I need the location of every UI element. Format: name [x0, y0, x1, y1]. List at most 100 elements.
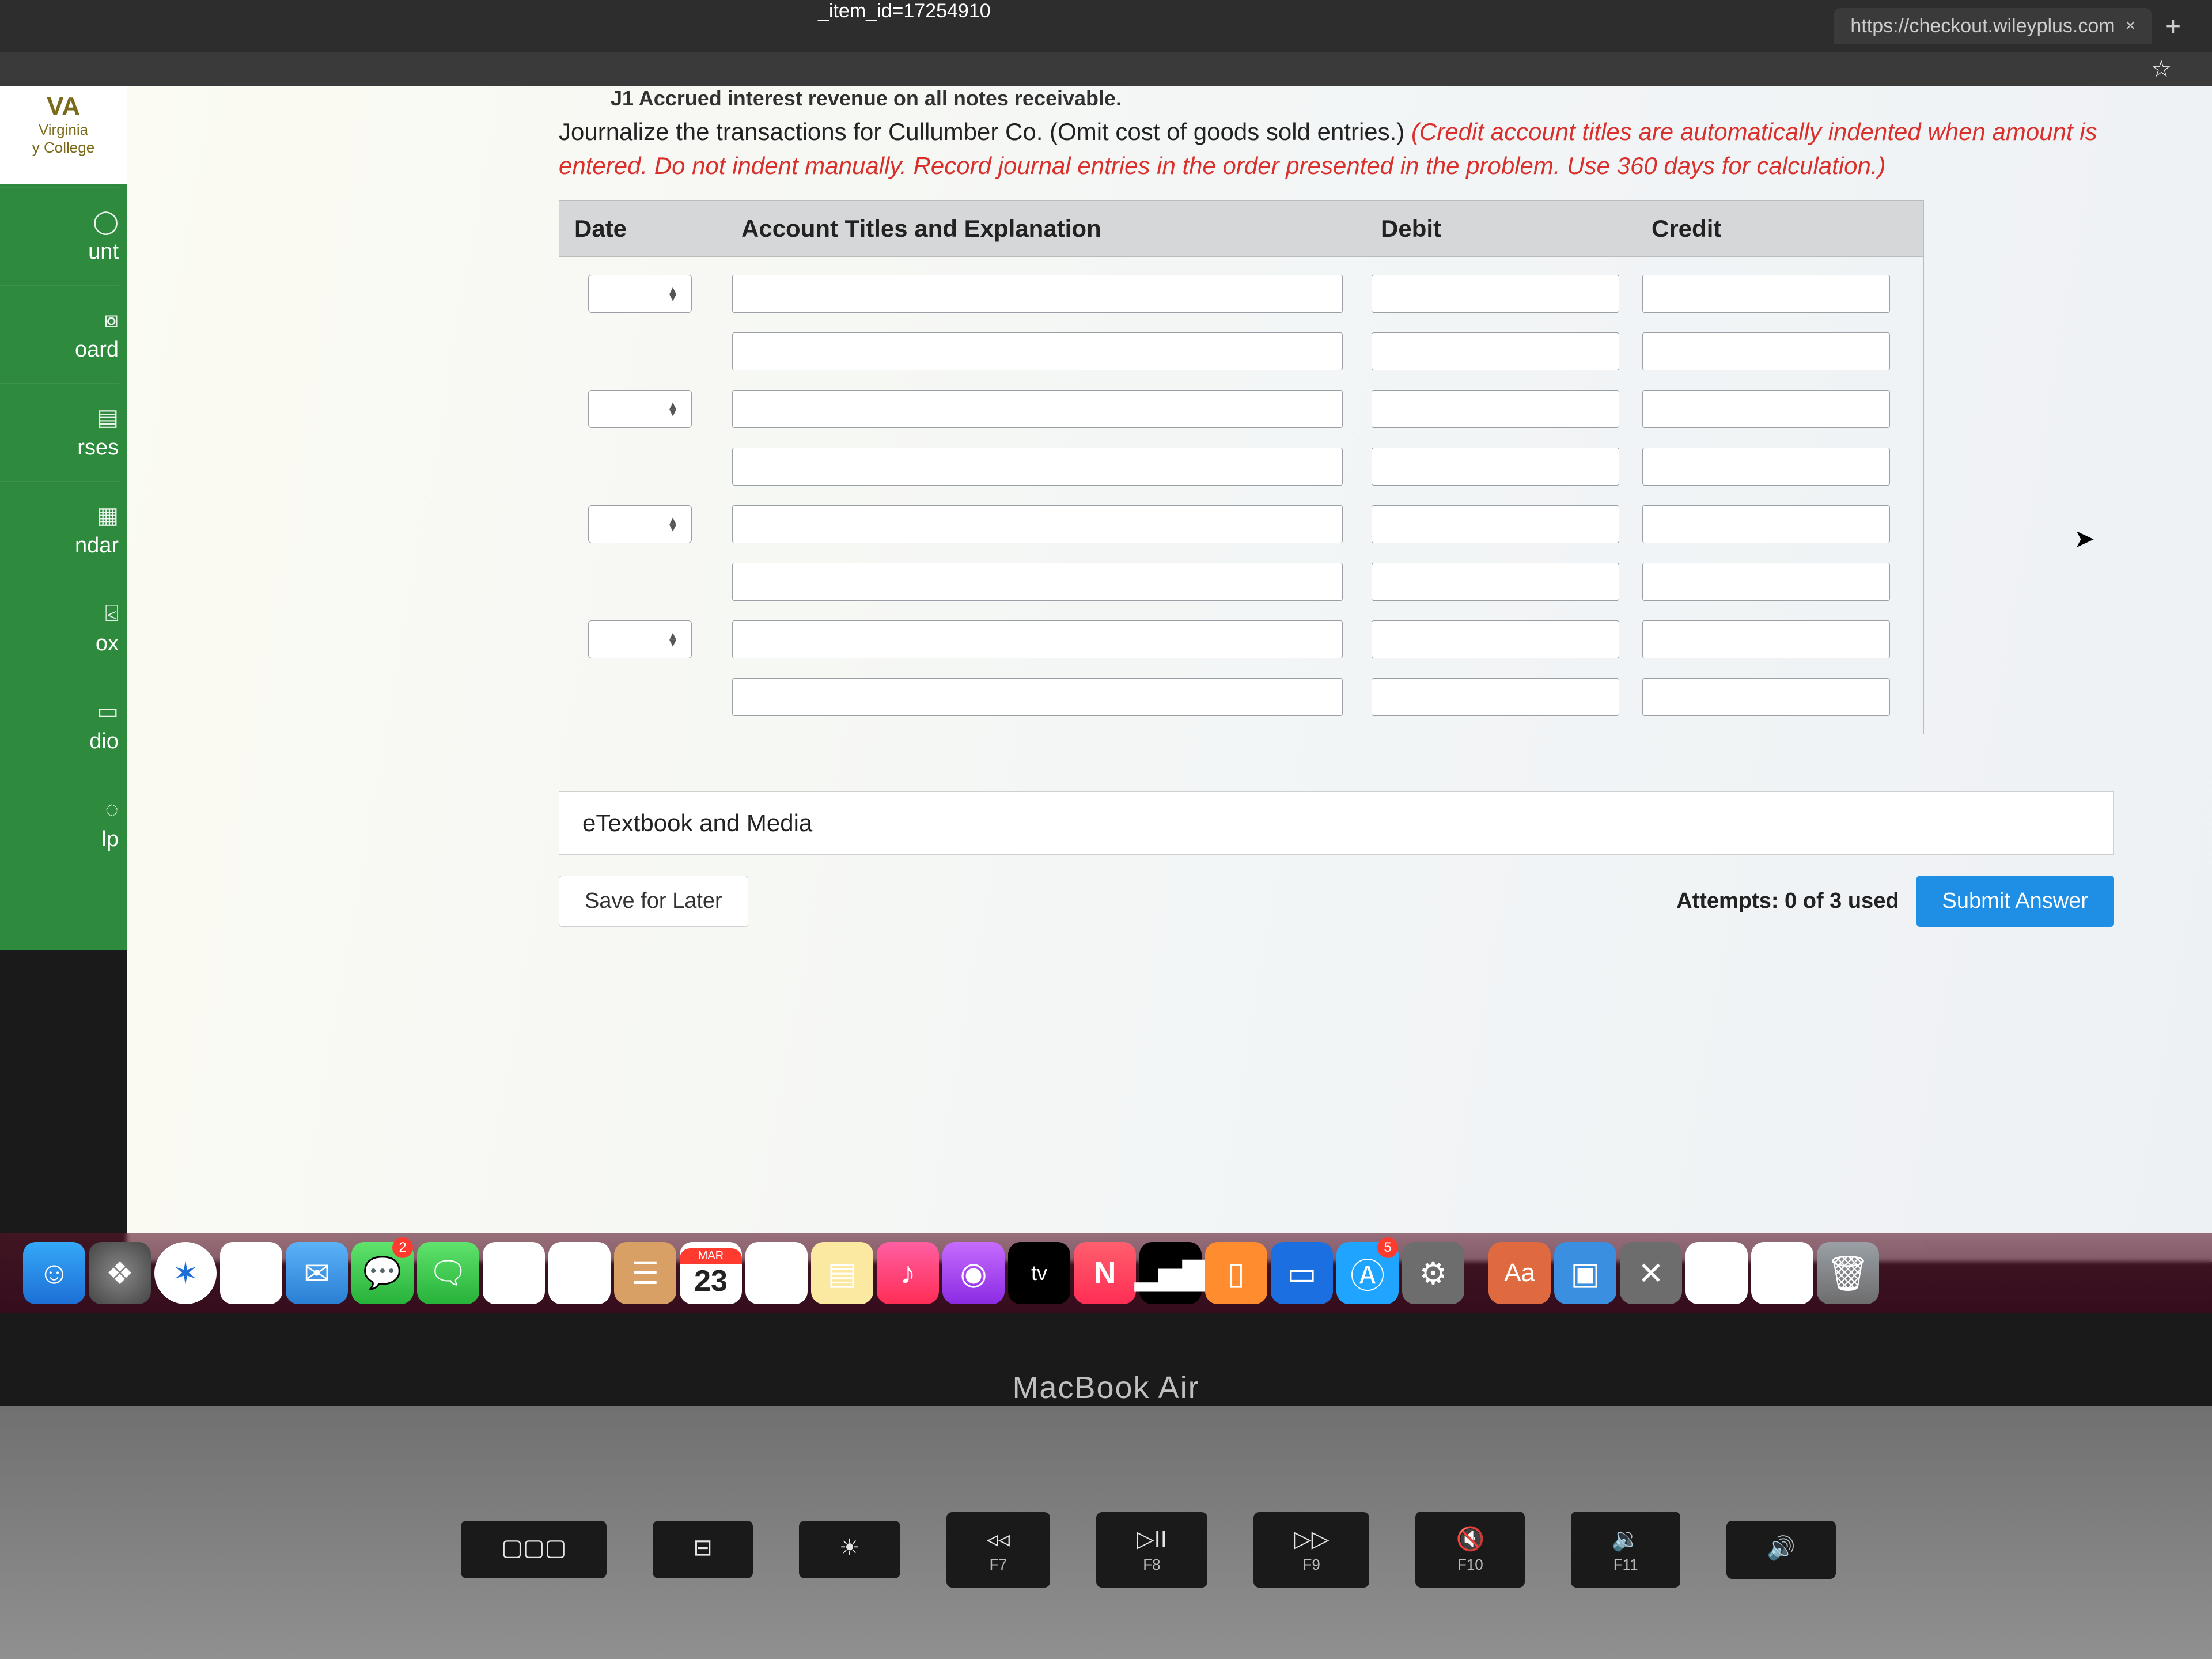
tab-url: https://checkout.wileyplus.com: [1850, 15, 2115, 37]
account-title-input[interactable]: [732, 505, 1343, 543]
user-icon: ◯: [93, 209, 119, 235]
news-glyph: N: [1094, 1255, 1116, 1291]
debit-input[interactable]: [1372, 332, 1619, 370]
date-select[interactable]: ▴▾: [588, 505, 692, 543]
key-label: F9: [1303, 1556, 1320, 1574]
calendar-day: 23: [694, 1264, 728, 1298]
safari-icon[interactable]: ✶: [154, 1242, 217, 1304]
credit-input[interactable]: [1642, 332, 1890, 370]
calendar-app-icon[interactable]: MAR 23: [680, 1242, 742, 1304]
dictionary-icon[interactable]: Aa: [1488, 1242, 1551, 1304]
podcasts-icon[interactable]: ◉: [942, 1242, 1005, 1304]
news-icon[interactable]: N: [1074, 1242, 1136, 1304]
account-title-input[interactable]: [732, 620, 1343, 658]
notes-icon[interactable]: ▤: [811, 1242, 873, 1304]
debit-input[interactable]: [1372, 563, 1619, 601]
credit-input[interactable]: [1642, 448, 1890, 486]
key-label: F11: [1613, 1556, 1638, 1574]
contacts-icon[interactable]: ☰: [614, 1242, 676, 1304]
books-icon[interactable]: ▯: [1205, 1242, 1267, 1304]
pages-icon[interactable]: ▯: [1685, 1242, 1748, 1304]
finder-icon[interactable]: ☺: [23, 1242, 85, 1304]
table-row: [559, 323, 1923, 380]
sidebar-item-dashboard[interactable]: ⧇ oard: [0, 285, 119, 383]
credit-input[interactable]: [1642, 678, 1890, 716]
reminders-icon[interactable]: ⋮⋮: [745, 1242, 808, 1304]
sidebar-item-account[interactable]: ◯ unt: [0, 187, 119, 285]
sidebar-item-help[interactable]: ◌ lp: [0, 775, 119, 873]
account-title-input[interactable]: [732, 678, 1343, 716]
new-tab-button[interactable]: +: [2157, 10, 2189, 41]
key-f12: 🔊: [1726, 1521, 1836, 1579]
etextbook-media-button[interactable]: eTextbook and Media: [559, 791, 2114, 855]
sidebar-item-label: lp: [101, 827, 119, 852]
facetime-icon[interactable]: 🗨: [417, 1242, 479, 1304]
sidebar-item-courses[interactable]: ▤ rses: [0, 383, 119, 481]
music-icon[interactable]: ♪: [877, 1242, 939, 1304]
debit-input[interactable]: [1372, 678, 1619, 716]
col-credit: Credit: [1637, 201, 1907, 256]
date-select[interactable]: ▴▾: [588, 620, 692, 658]
account-title-input[interactable]: [732, 390, 1343, 428]
sidebar-item-calendar[interactable]: ▦ ndar: [0, 481, 119, 579]
trash-icon[interactable]: 🗑: [1817, 1242, 1879, 1304]
credit-input[interactable]: [1642, 390, 1890, 428]
key-symbol: 🔇: [1456, 1525, 1484, 1552]
account-title-input[interactable]: [732, 448, 1343, 486]
credit-input[interactable]: [1642, 275, 1890, 313]
debit-input[interactable]: [1372, 505, 1619, 543]
browser-tab[interactable]: https://checkout.wileyplus.com ×: [1834, 8, 2152, 44]
logo-sub2: y College: [0, 139, 127, 157]
account-title-input[interactable]: [732, 563, 1343, 601]
debit-input[interactable]: [1372, 275, 1619, 313]
account-title-input[interactable]: [732, 332, 1343, 370]
account-title-input[interactable]: [732, 275, 1343, 313]
stepper-icon: ▴▾: [669, 632, 684, 646]
sidebar-item-label: ox: [96, 631, 119, 656]
stepper-icon: ▴▾: [669, 517, 684, 531]
debit-input[interactable]: [1372, 620, 1619, 658]
badge-count: 2: [392, 1237, 413, 1258]
credit-input[interactable]: [1642, 505, 1890, 543]
keynote-icon[interactable]: ▭: [1271, 1242, 1333, 1304]
star-icon[interactable]: ☆: [2151, 56, 2172, 82]
key-f9: ▷▷F9: [1253, 1512, 1370, 1588]
sidebar-item-inbox[interactable]: ⍃ ox: [0, 579, 119, 677]
textedit-icon[interactable]: ▤: [1751, 1242, 1813, 1304]
cursor-icon: ➤: [2074, 524, 2095, 554]
utilities-icon[interactable]: ✕: [1620, 1242, 1682, 1304]
close-icon[interactable]: ×: [2126, 16, 2136, 36]
appletv-icon[interactable]: tv: [1008, 1242, 1070, 1304]
table-header: Date Account Titles and Explanation Debi…: [559, 200, 1924, 257]
photos-icon[interactable]: ✿: [548, 1242, 611, 1304]
system-preferences-icon[interactable]: ⚙: [1402, 1242, 1464, 1304]
appstore-icon[interactable]: Ⓐ5: [1336, 1242, 1399, 1304]
instruction-plain: Journalize the transactions for Cullumbe…: [559, 118, 1411, 145]
action-bar: Save for Later Attempts: 0 of 3 used Sub…: [559, 870, 2114, 933]
preview-icon[interactable]: ▣: [1554, 1242, 1616, 1304]
key-f5: ⊟: [653, 1521, 753, 1578]
stepper-icon: ▴▾: [669, 287, 684, 301]
debit-input[interactable]: [1372, 448, 1619, 486]
messages-icon[interactable]: 💬2: [351, 1242, 414, 1304]
dict-glyph: Aa: [1504, 1259, 1535, 1287]
key-symbol: ☀: [839, 1535, 860, 1561]
maps-icon[interactable]: ✈: [483, 1242, 545, 1304]
key-symbol: ⊟: [693, 1535, 713, 1561]
date-select[interactable]: ▴▾: [588, 275, 692, 313]
mail-icon[interactable]: ✉: [286, 1242, 348, 1304]
credit-input[interactable]: [1642, 563, 1890, 601]
debit-input[interactable]: [1372, 390, 1619, 428]
numbers-icon[interactable]: ▂▅▇: [1139, 1242, 1202, 1304]
question-instructions: Journalize the transactions for Cullumbe…: [559, 115, 2143, 183]
launchpad-icon[interactable]: ❖: [89, 1242, 151, 1304]
date-select[interactable]: ▴▾: [588, 390, 692, 428]
dashboard-icon: ⧇: [104, 307, 119, 333]
chrome-icon[interactable]: ◍: [220, 1242, 282, 1304]
sidebar-item-studio[interactable]: ▭ dio: [0, 677, 119, 775]
key-f7: ◃◃F7: [946, 1512, 1050, 1588]
submit-answer-button[interactable]: Submit Answer: [1916, 876, 2114, 927]
credit-input[interactable]: [1642, 620, 1890, 658]
save-for-later-button[interactable]: Save for Later: [559, 876, 748, 927]
lms-sidebar: VA Virginia y College ◯ unt ⧇ oard ▤ rse…: [0, 86, 127, 950]
